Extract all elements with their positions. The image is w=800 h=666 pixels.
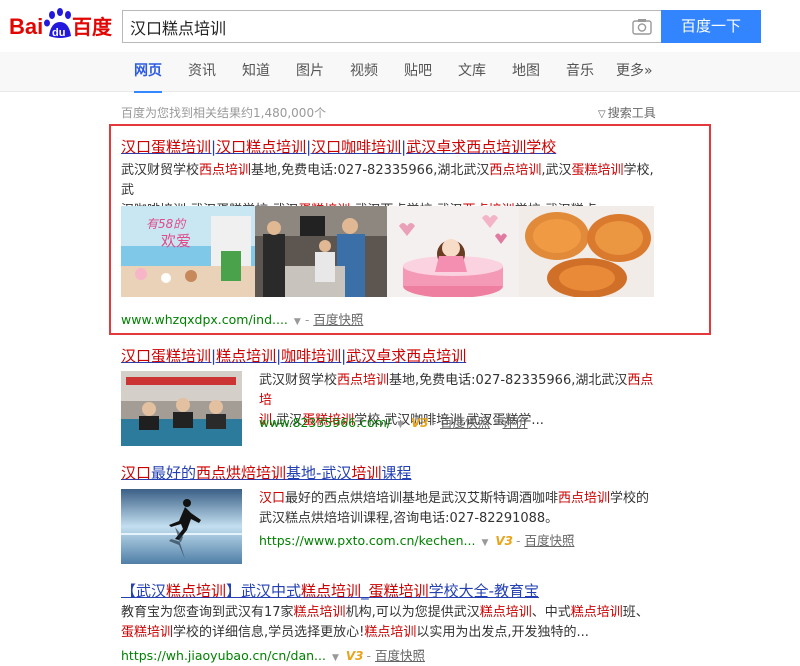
result-2-snapshot-link[interactable]: 百度快照 — [440, 415, 490, 430]
search-button[interactable]: 百度一下 — [661, 10, 761, 43]
baidu-logo[interactable]: Bai du 百度 — [9, 6, 113, 42]
svg-text:du: du — [52, 27, 65, 39]
v3-badge-icon[interactable]: V3 — [346, 649, 364, 663]
svg-text:百度: 百度 — [72, 15, 113, 39]
result-1-image-1[interactable]: 有58的 欢爱 — [121, 206, 255, 297]
v3-badge-icon[interactable]: V3 — [411, 416, 429, 430]
tab-tieba[interactable]: 贴吧 — [404, 52, 432, 92]
result-1-url-line: www.whzqxdpx.com/ind.... ▼ - 百度快照 — [121, 312, 364, 327]
result-3-url-line: https://www.pxto.com.cn/kechen... ▼ V3- 百度… — [259, 533, 575, 548]
result-3-title[interactable]: 汉口最好的西点烘焙培训基地-武汉培训课程 — [121, 462, 412, 483]
dropdown-arrow-icon[interactable]: ▼ — [481, 538, 488, 548]
result-3-abstract: 汉口最好的西点烘焙培训基地是武汉艾斯特调酒咖啡西点培训学校的 武汉糕点烘焙培训课… — [259, 491, 650, 526]
result-2-url-line: www.82335966.com/▼ V3- 百度快照 - 评价 — [259, 415, 528, 430]
result-4-title[interactable]: 【武汉糕点培训】武汉中式糕点培训_蛋糕培训学校大全-教育宝 — [121, 580, 539, 601]
dropdown-arrow-icon[interactable]: ▼ — [332, 653, 339, 663]
tab-web[interactable]: 网页 — [134, 52, 162, 93]
tab-more[interactable]: 更多» — [616, 52, 653, 92]
search-input[interactable] — [123, 11, 623, 42]
header: Bai du 百度 百度一下 — [0, 0, 800, 52]
result-3-snapshot-link[interactable]: 百度快照 — [524, 533, 574, 548]
result-stats: 百度为您找到相关结果约1,480,000个 — [121, 106, 327, 120]
svg-text:有58的: 有58的 — [146, 217, 187, 231]
result-2-url[interactable]: www.82335966.com/ — [259, 415, 391, 430]
svg-text:欢爱: 欢爱 — [161, 232, 191, 250]
result-2-review-link[interactable]: 评价 — [503, 415, 528, 430]
tab-images[interactable]: 图片 — [296, 52, 324, 92]
svg-text:Bai: Bai — [9, 14, 43, 39]
dropdown-arrow-icon[interactable]: ▼ — [294, 317, 301, 327]
result-1-url[interactable]: www.whzqxdpx.com/ind.... — [121, 312, 288, 327]
result-1-image-2[interactable] — [255, 206, 387, 297]
result-1-image-4[interactable] — [519, 206, 654, 297]
result-1-image-3[interactable] — [387, 206, 519, 297]
result-3-image[interactable] — [121, 489, 242, 564]
dropdown-arrow-icon[interactable]: ▼ — [397, 420, 404, 430]
tab-news[interactable]: 资讯 — [188, 52, 216, 92]
active-tab-underline — [134, 91, 162, 93]
camera-icon[interactable] — [632, 18, 652, 35]
search-nav: 网页 资讯 知道 图片 视频 贴吧 文库 地图 音乐 更多» — [0, 52, 800, 93]
result-1-title[interactable]: 汉口蛋糕培训|汉口糕点培训|汉口咖啡培训|武汉卓求西点培训学校 — [121, 136, 556, 157]
result-3-url[interactable]: https://www.pxto.com.cn/kechen... — [259, 533, 475, 548]
result-1-snapshot-link[interactable]: 百度快照 — [313, 312, 363, 327]
tab-wenku[interactable]: 文库 — [458, 52, 486, 92]
search-box — [122, 10, 661, 43]
result-4-url[interactable]: https://wh.jiaoyubao.cn/cn/dan... — [121, 648, 326, 663]
result-4-url-line: https://wh.jiaoyubao.cn/cn/dan... ▼ V3- 百度… — [121, 648, 426, 663]
tab-video[interactable]: 视频 — [350, 52, 378, 92]
result-4-abstract: 教育宝为您查询到武汉有17家糕点培训机构,可以为您提供武汉糕点培训、中式糕点培训… — [121, 605, 649, 640]
search-tools[interactable]: ▽ 搜索工具 — [598, 104, 656, 121]
result-4-snapshot-link[interactable]: 百度快照 — [375, 648, 425, 663]
v3-badge-icon[interactable]: V3 — [495, 534, 513, 548]
tab-map[interactable]: 地图 — [512, 52, 540, 92]
funnel-icon: ▽ — [598, 109, 606, 120]
result-2-image[interactable] — [121, 371, 242, 446]
tab-music[interactable]: 音乐 — [566, 52, 594, 92]
result-2-title[interactable]: 汉口蛋糕培训|糕点培训|咖啡培训|武汉卓求西点培训 — [121, 345, 466, 366]
tab-zhidao[interactable]: 知道 — [242, 52, 270, 92]
